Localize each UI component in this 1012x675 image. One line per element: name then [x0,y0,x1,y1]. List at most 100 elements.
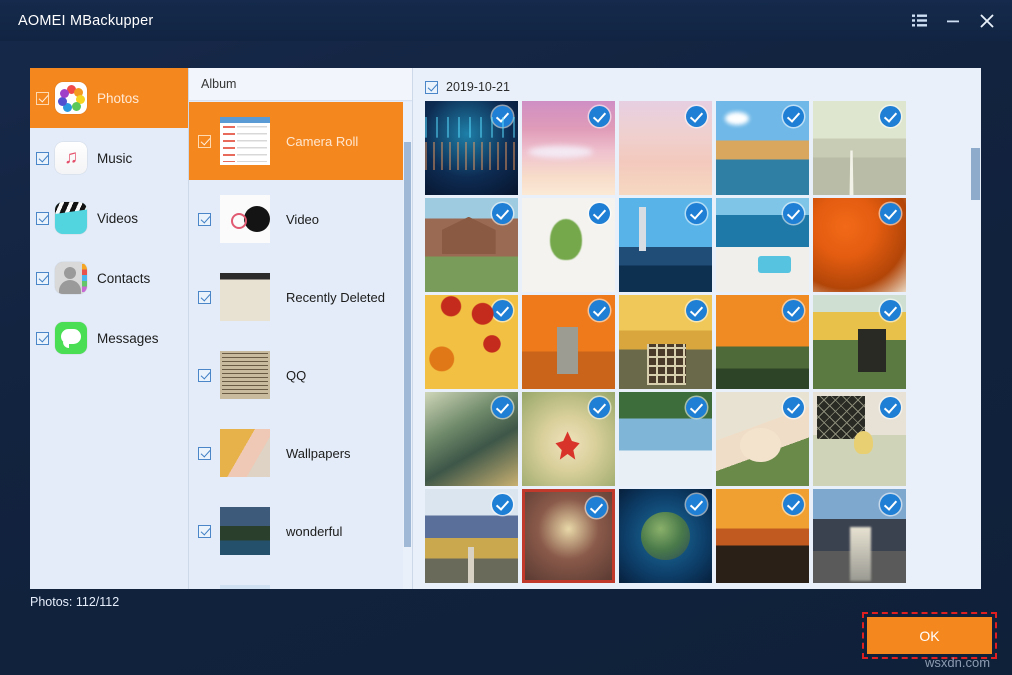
photo-selected-check-icon[interactable] [589,300,610,321]
photo-selected-check-icon[interactable] [589,397,610,418]
photo-thumbnail[interactable] [813,489,906,583]
sidebar-item-contacts[interactable]: Contacts [30,248,188,308]
minimize-icon[interactable] [936,6,970,36]
photo-cell [716,101,813,198]
photo-thumbnail[interactable] [619,489,712,583]
photo-thumbnail[interactable] [716,392,809,486]
sidebar-item-label: Videos [97,211,138,226]
photo-thumbnail[interactable] [619,295,712,389]
photo-selected-check-icon[interactable] [492,300,513,321]
photo-scrollbar-track[interactable] [970,68,981,589]
photo-selected-check-icon[interactable] [686,397,707,418]
photo-selected-check-icon[interactable] [589,203,610,224]
sidebar-item-label: Photos [97,91,139,106]
date-group-checkbox[interactable] [425,81,438,94]
album-checkbox[interactable] [198,135,211,148]
album-checkbox[interactable] [198,369,211,382]
photo-thumbnail[interactable] [522,392,615,486]
photo-thumbnail[interactable] [425,489,518,583]
album-checkbox[interactable] [198,291,211,304]
photo-cell [716,295,813,392]
photo-thumbnail[interactable] [813,392,906,486]
album-label: Wallpapers [286,446,351,461]
photo-thumbnail[interactable] [813,295,906,389]
album-scrollbar-thumb[interactable] [404,142,411,547]
album-checkbox[interactable] [198,525,211,538]
date-group-header: 2019-10-21 [413,74,981,100]
photo-cell [425,101,522,198]
photo-cell [813,198,910,295]
photo-thumbnail[interactable] [522,295,615,389]
photo-thumbnail[interactable] [522,198,615,292]
sidebar-videos-checkbox[interactable] [36,212,49,225]
album-item-partial[interactable] [189,570,413,589]
sidebar-item-messages[interactable]: Messages [30,308,188,368]
photo-selected-check-icon[interactable] [686,494,707,515]
photo-selected-check-icon[interactable] [880,300,901,321]
photo-cell [619,198,716,295]
photo-selected-check-icon[interactable] [492,397,513,418]
photo-selected-check-icon[interactable] [783,106,804,127]
album-item-wonderful[interactable]: wonderful [189,492,413,570]
photo-thumbnail[interactable] [716,198,809,292]
sidebar-item-label: Music [97,151,132,166]
album-scrollbar-track[interactable] [403,102,412,589]
album-panel: Album Camera Roll Video Recently Deleted [188,68,412,589]
photo-thumbnail[interactable] [619,392,712,486]
photo-selected-check-icon[interactable] [492,106,513,127]
photo-thumbnail[interactable] [619,198,712,292]
photo-selected-check-icon[interactable] [686,106,707,127]
album-item-qq[interactable]: QQ [189,336,413,414]
photo-thumbnail[interactable] [716,295,809,389]
album-panel-header: Album [189,68,412,101]
album-checkbox[interactable] [198,213,211,226]
photo-selected-check-icon[interactable] [586,497,607,518]
photo-selected-check-icon[interactable] [589,106,610,127]
ok-button[interactable]: OK [867,617,992,654]
photo-thumbnail[interactable] [813,101,906,195]
app-title: AOMEI MBackupper [18,13,153,29]
photo-thumbnail[interactable] [425,198,518,292]
menu-list-icon[interactable] [902,6,936,36]
photo-cell [619,295,716,392]
album-item-recently-deleted[interactable]: Recently Deleted [189,258,413,336]
photo-selected-check-icon[interactable] [686,203,707,224]
photo-thumbnail[interactable] [425,101,518,195]
photo-selected-check-icon[interactable] [880,397,901,418]
photo-selected-check-icon[interactable] [783,494,804,515]
photo-selected-check-icon[interactable] [880,106,901,127]
album-item-wallpapers[interactable]: Wallpapers [189,414,413,492]
sidebar-item-photos[interactable]: Photos [30,68,188,128]
sidebar-item-videos[interactable]: Videos [30,188,188,248]
close-icon[interactable] [970,6,1004,36]
category-sidebar: Photos ♫ Music Videos [30,68,188,589]
sidebar-contacts-checkbox[interactable] [36,272,49,285]
sidebar-item-music[interactable]: ♫ Music [30,128,188,188]
photo-thumbnail[interactable] [425,295,518,389]
photo-selected-check-icon[interactable] [492,494,513,515]
sidebar-music-checkbox[interactable] [36,152,49,165]
photo-selected-check-icon[interactable] [880,203,901,224]
app-window: AOMEI MBackupper [0,0,1012,675]
sidebar-messages-checkbox[interactable] [36,332,49,345]
photo-selected-check-icon[interactable] [783,300,804,321]
photo-selected-check-icon[interactable] [492,203,513,224]
photo-thumbnail[interactable] [716,489,809,583]
photo-thumbnail[interactable] [716,101,809,195]
photo-thumbnail[interactable] [619,101,712,195]
album-item-video[interactable]: Video [189,180,413,258]
photo-thumbnail[interactable] [522,101,615,195]
album-item-camera-roll[interactable]: Camera Roll [189,102,413,180]
sidebar-photos-checkbox[interactable] [36,92,49,105]
photo-selected-check-icon[interactable] [686,300,707,321]
photo-selected-check-icon[interactable] [783,397,804,418]
photo-thumbnail[interactable] [813,198,906,292]
photo-thumbnail[interactable] [522,489,615,583]
photo-thumbnail[interactable] [425,392,518,486]
photo-cell [425,295,522,392]
photo-selected-check-icon[interactable] [880,494,901,515]
photo-scrollbar-thumb[interactable] [971,148,980,200]
album-checkbox[interactable] [198,447,211,460]
contacts-icon [55,262,87,294]
photo-selected-check-icon[interactable] [783,203,804,224]
